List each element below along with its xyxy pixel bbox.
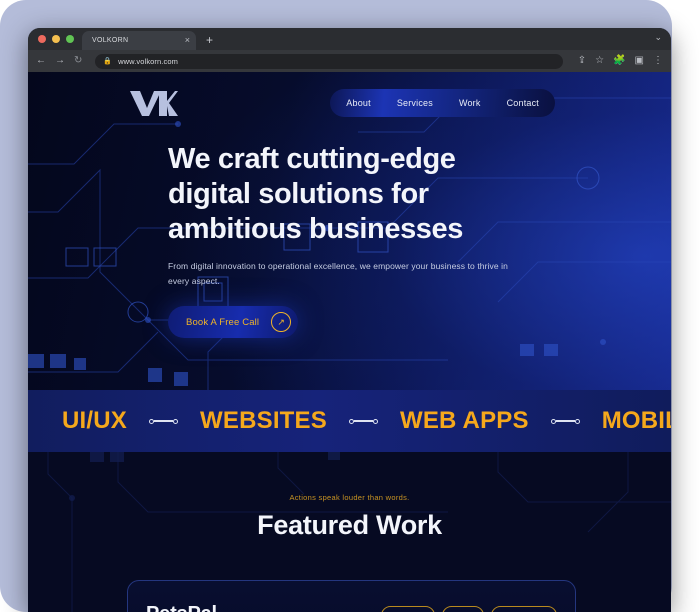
marquee-item-websites: WEBSITES bbox=[200, 407, 327, 434]
nav-item-work[interactable]: Work bbox=[459, 98, 481, 108]
reload-icon[interactable]: ↻ bbox=[74, 56, 82, 66]
project-tag-list: Research UX/UI Development bbox=[380, 606, 557, 612]
extensions-puzzle-icon[interactable]: 🧩 bbox=[613, 56, 625, 66]
bookmark-star-icon[interactable]: ☆ bbox=[595, 56, 604, 66]
primary-nav: About Services Work Contact bbox=[330, 89, 555, 117]
tag-development[interactable]: Development bbox=[490, 606, 557, 612]
arrow-up-right-icon: ↗ bbox=[271, 312, 292, 333]
marquee-item-web-apps: WEB APPS bbox=[399, 407, 529, 434]
browser-window: VOLKORN × + ⌄ ← → ↻ 🔒 www.volkorn.com ⇪ … bbox=[28, 28, 671, 612]
section-eyebrow: Actions speak louder than words. bbox=[289, 493, 410, 502]
featured-work-section: Actions speak louder than words. Feature… bbox=[28, 452, 671, 612]
nav-item-contact[interactable]: Contact bbox=[507, 98, 539, 108]
book-a-free-call-button[interactable]: Book A Free Call ↗ bbox=[168, 306, 299, 339]
minimize-window-button[interactable] bbox=[52, 35, 60, 43]
hero-content: About Services Work Contact We craft cut… bbox=[28, 72, 671, 390]
toolbar-actions: ⇪ ☆ 🧩 ▣ ⋮ bbox=[576, 56, 663, 66]
browser-menu-icon[interactable]: ⋮ bbox=[653, 56, 663, 66]
featured-heading-block: Actions speak louder than words. Feature… bbox=[28, 452, 671, 541]
hero-subcopy: From digital innovation to operational e… bbox=[168, 261, 509, 287]
marquee-track: UI/UX WEBSITES WEB APPS MOBILE APPS bbox=[28, 407, 671, 435]
window-controls[interactable] bbox=[36, 28, 82, 50]
cta-label: Book A Free Call bbox=[186, 316, 260, 328]
nav-item-services[interactable]: Services bbox=[397, 98, 433, 108]
marquee-separator-icon bbox=[550, 418, 580, 424]
tab-title: VOLKORN bbox=[92, 37, 129, 44]
tag-research[interactable]: Research bbox=[380, 606, 435, 612]
back-icon[interactable]: ← bbox=[36, 56, 46, 66]
screenshot-stage: VOLKORN × + ⌄ ← → ↻ 🔒 www.volkorn.com ⇪ … bbox=[0, 0, 699, 612]
marquee-separator-icon bbox=[149, 418, 179, 424]
marquee-item-mobile-apps: MOBILE APPS bbox=[601, 407, 671, 434]
share-icon[interactable]: ⇪ bbox=[578, 56, 586, 66]
services-marquee: UI/UX WEBSITES WEB APPS MOBILE APPS bbox=[28, 390, 671, 452]
section-title: Featured Work bbox=[257, 510, 442, 540]
marquee-item-uiux: UI/UX bbox=[62, 407, 128, 434]
address-bar-url: www.volkorn.com bbox=[118, 56, 178, 66]
browser-toolbar: ← → ↻ 🔒 www.volkorn.com ⇪ ☆ 🧩 ▣ ⋮ bbox=[28, 50, 671, 72]
project-title: PetsPal bbox=[146, 603, 217, 612]
hero-headline: We craft cutting-edge digital solutions … bbox=[168, 143, 463, 245]
hero-section: About Services Work Contact We craft cut… bbox=[28, 72, 671, 390]
lock-icon: 🔒 bbox=[103, 58, 113, 65]
chevron-down-icon[interactable]: ⌄ bbox=[654, 32, 662, 43]
page-viewport: About Services Work Contact We craft cut… bbox=[28, 72, 671, 612]
vk-logo-icon[interactable] bbox=[128, 87, 182, 119]
browser-tab[interactable]: VOLKORN × bbox=[82, 31, 196, 50]
side-panel-icon[interactable]: ▣ bbox=[635, 56, 644, 66]
site-header: About Services Work Contact bbox=[28, 72, 671, 120]
marquee-separator-icon bbox=[348, 418, 378, 424]
address-bar[interactable]: 🔒 www.volkorn.com bbox=[95, 53, 563, 69]
tag-uxui[interactable]: UX/UI bbox=[441, 606, 484, 612]
close-window-button[interactable] bbox=[38, 35, 46, 43]
hero-copy-block: We craft cutting-edge digital solutions … bbox=[28, 120, 671, 339]
nav-item-about[interactable]: About bbox=[346, 98, 371, 108]
close-icon[interactable]: × bbox=[185, 36, 190, 45]
forward-icon[interactable]: → bbox=[55, 56, 65, 66]
new-tab-button[interactable]: + bbox=[206, 33, 213, 47]
project-card-petspal[interactable]: PetsPal Research UX/UI Development bbox=[127, 580, 576, 612]
maximize-window-button[interactable] bbox=[66, 35, 74, 43]
browser-tab-strip: VOLKORN × + ⌄ bbox=[28, 28, 671, 50]
